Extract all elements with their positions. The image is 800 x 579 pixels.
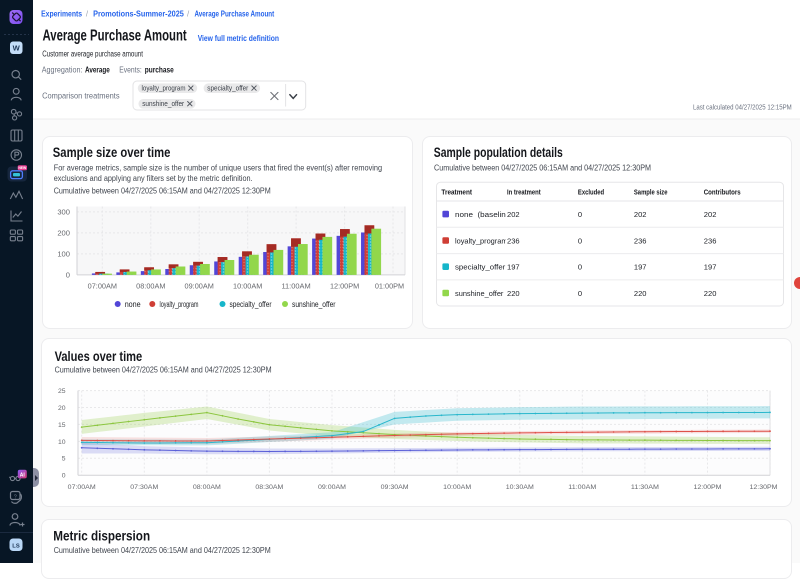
- svg-text:07:30AM: 07:30AM: [130, 484, 158, 491]
- svg-text:07:00AM: 07:00AM: [88, 281, 117, 290]
- svg-text:197: 197: [507, 262, 520, 271]
- svg-text:5: 5: [62, 456, 66, 463]
- svg-text:100: 100: [57, 249, 70, 258]
- svg-text:Events:: Events:: [119, 64, 142, 74]
- svg-text:Sample size over time: Sample size over time: [53, 145, 171, 160]
- svg-text:08:00AM: 08:00AM: [136, 281, 165, 290]
- svg-text:200: 200: [57, 228, 70, 237]
- svg-text:LS: LS: [12, 544, 20, 550]
- svg-text:Cumulative between 04/27/2025: Cumulative between 04/27/2025 06:15AM an…: [55, 365, 272, 374]
- svg-text:25: 25: [58, 388, 66, 395]
- svg-text:Average Purchase Amount: Average Purchase Amount: [43, 27, 187, 44]
- svg-text:236: 236: [633, 236, 646, 245]
- svg-text:sunshine_offer: sunshine_offer: [292, 300, 336, 309]
- svg-text:In treatment: In treatment: [507, 187, 541, 196]
- svg-text:202: 202: [633, 210, 646, 219]
- svg-text:300: 300: [57, 207, 70, 216]
- svg-text:Cumulative between 04/27/2025: Cumulative between 04/27/2025 06:15AM an…: [54, 545, 271, 554]
- svg-text:0: 0: [577, 236, 581, 245]
- svg-text:202: 202: [703, 210, 716, 219]
- svg-text:Cumulative between 04/27/2025: Cumulative between 04/27/2025 06:15AM an…: [434, 163, 651, 172]
- svg-text:specialty_offer: specialty_offer: [207, 84, 249, 93]
- svg-text:09:30AM: 09:30AM: [381, 484, 409, 491]
- svg-text:exclusions and applying any fi: exclusions and applying any filters set …: [54, 174, 253, 183]
- svg-text:0: 0: [577, 210, 581, 219]
- svg-text:Values over time: Values over time: [55, 349, 143, 364]
- svg-text:Aggregation:: Aggregation:: [42, 64, 83, 74]
- svg-text:loyalty_program: loyalty_program: [455, 236, 508, 245]
- svg-text:none: none: [125, 300, 142, 309]
- svg-text:236: 236: [703, 236, 716, 245]
- svg-text:236: 236: [507, 236, 520, 245]
- svg-text:12:00PM: 12:00PM: [330, 281, 359, 290]
- svg-text:Sample size: Sample size: [633, 187, 667, 196]
- svg-text:01:00PM: 01:00PM: [375, 281, 404, 290]
- svg-text:AI: AI: [20, 473, 26, 479]
- svg-text:loyalty_program: loyalty_program: [142, 84, 186, 93]
- svg-text:Treatment: Treatment: [441, 187, 472, 196]
- svg-text:0: 0: [66, 270, 70, 279]
- svg-text:10:00AM: 10:00AM: [443, 484, 471, 491]
- svg-text:NEW: NEW: [18, 166, 27, 170]
- svg-text:20: 20: [58, 405, 66, 412]
- svg-text:?: ?: [14, 494, 17, 500]
- svg-text:10: 10: [58, 439, 66, 446]
- svg-text:Average: Average: [85, 64, 110, 74]
- svg-text:0: 0: [577, 288, 581, 297]
- svg-text:sunshine_offer: sunshine_offer: [142, 99, 185, 108]
- svg-text:11:00AM: 11:00AM: [568, 484, 596, 491]
- svg-text:15: 15: [58, 422, 66, 429]
- svg-text:View full metric definition: View full metric definition: [198, 33, 279, 43]
- svg-text:loyalty_program: loyalty_program: [160, 300, 199, 309]
- svg-text:Last calculated 04/27/2025 12:: Last calculated 04/27/2025 12:15PM: [693, 103, 792, 112]
- svg-text:0: 0: [62, 473, 66, 480]
- svg-text:Sample population details: Sample population details: [433, 145, 562, 160]
- svg-text:Customer average purchase amou: Customer average purchase amount: [42, 49, 143, 58]
- svg-text:08:30AM: 08:30AM: [255, 484, 283, 491]
- svg-text:purchase: purchase: [145, 64, 174, 74]
- svg-text:202: 202: [507, 210, 520, 219]
- svg-text:11:30AM: 11:30AM: [631, 484, 659, 491]
- svg-text:220: 220: [633, 288, 646, 297]
- svg-text:specialty_offer: specialty_offer: [455, 262, 506, 271]
- svg-text:Promotions-Summer-2025: Promotions-Summer-2025: [93, 8, 184, 18]
- svg-text:12:30PM: 12:30PM: [750, 484, 778, 491]
- svg-text:09:00AM: 09:00AM: [185, 281, 214, 290]
- svg-text:/: /: [187, 9, 190, 18]
- svg-text:10:00AM: 10:00AM: [233, 281, 262, 290]
- svg-text:For average metrics, sample si: For average metrics, sample size is the …: [54, 163, 382, 172]
- svg-text:197: 197: [703, 262, 716, 271]
- svg-text:11:00AM: 11:00AM: [281, 281, 310, 290]
- svg-text:Cumulative between 04/27/2025: Cumulative between 04/27/2025 06:15AM an…: [54, 186, 271, 195]
- svg-text:07:00AM: 07:00AM: [68, 484, 96, 491]
- svg-text:Contributors: Contributors: [703, 187, 740, 196]
- svg-text:Average Purchase Amount: Average Purchase Amount: [195, 8, 275, 18]
- svg-text:220: 220: [703, 288, 716, 297]
- svg-text:Comparison treatments: Comparison treatments: [42, 90, 120, 100]
- svg-text:Excluded: Excluded: [577, 187, 603, 196]
- svg-text:0: 0: [577, 262, 581, 271]
- svg-text:specialty_offer: specialty_offer: [230, 300, 272, 309]
- svg-text:197: 197: [633, 262, 646, 271]
- svg-text:none (baseline): none (baseline): [455, 210, 513, 219]
- svg-text:10:30AM: 10:30AM: [506, 484, 534, 491]
- svg-text:/: /: [86, 9, 89, 18]
- svg-text:Metric dispersion: Metric dispersion: [53, 528, 150, 543]
- svg-text:sunshine_offer: sunshine_offer: [455, 288, 504, 297]
- svg-text:09:00AM: 09:00AM: [318, 484, 346, 491]
- svg-text:220: 220: [507, 288, 520, 297]
- svg-text:W: W: [13, 44, 21, 53]
- svg-text:08:00AM: 08:00AM: [193, 484, 221, 491]
- svg-text:Experiments: Experiments: [41, 8, 82, 18]
- svg-text:12:00PM: 12:00PM: [694, 484, 722, 491]
